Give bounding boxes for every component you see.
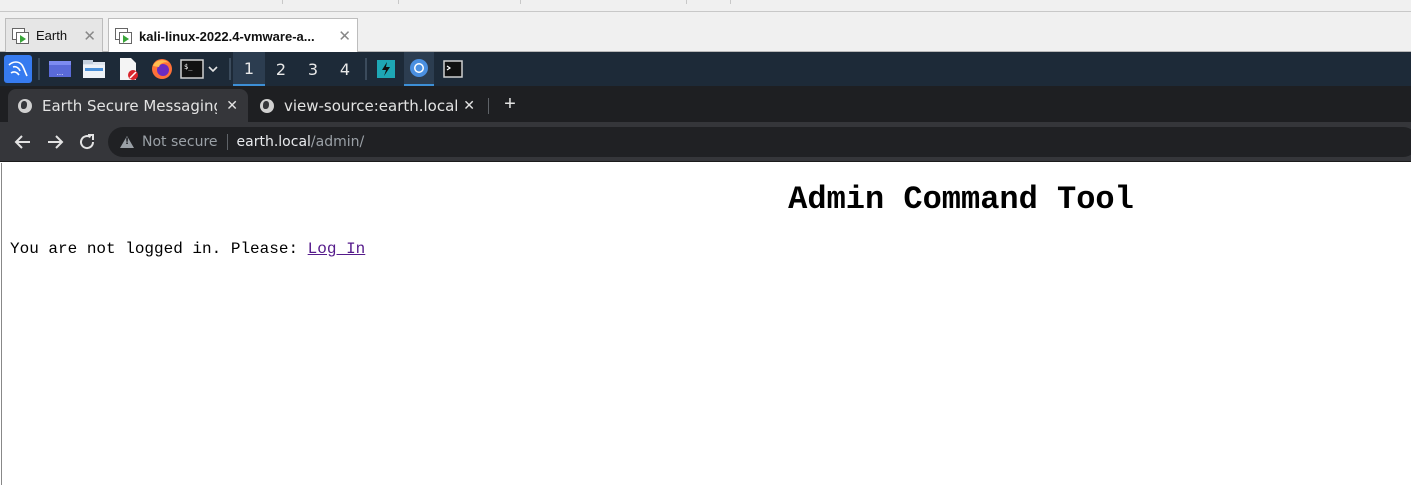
svg-text:$_: $_ xyxy=(184,63,193,71)
url-host: earth.local xyxy=(236,134,311,150)
tab-separator xyxy=(488,98,489,114)
close-icon[interactable]: ✕ xyxy=(83,27,96,45)
workspace-2[interactable]: 2 xyxy=(265,52,297,86)
globe-icon xyxy=(260,98,274,113)
host-divider xyxy=(730,0,731,4)
forward-icon[interactable] xyxy=(43,130,67,154)
text-editor-icon[interactable] xyxy=(115,56,141,82)
close-tab-icon[interactable]: ✕ xyxy=(463,98,475,114)
panel-separator xyxy=(229,58,231,80)
host-divider xyxy=(282,0,283,4)
login-message: You are not logged in. Please: Log In xyxy=(10,240,365,258)
workspace-3[interactable]: 3 xyxy=(297,52,329,86)
close-icon[interactable]: ✕ xyxy=(338,27,351,45)
terminal-icon[interactable]: $_ xyxy=(179,56,205,82)
window-button-terminal[interactable] xyxy=(438,52,468,86)
vm-icon xyxy=(12,27,30,44)
window-button-app[interactable] xyxy=(371,52,401,86)
vm-icon xyxy=(115,28,133,44)
browser-tab-strip: Earth Secure Messaging A ✕ view-source:e… xyxy=(0,86,1411,122)
chevron-down-icon[interactable] xyxy=(203,56,223,82)
warning-icon[interactable] xyxy=(120,136,134,148)
window-button-chromium[interactable] xyxy=(404,52,434,86)
address-divider xyxy=(226,134,228,150)
browser-tab-earth[interactable]: Earth Secure Messaging A ✕ xyxy=(8,89,248,122)
close-tab-icon[interactable]: ✕ xyxy=(226,98,238,114)
host-tab-label: kali-linux-2022.4-vmware-a... xyxy=(139,28,315,44)
show-desktop-icon[interactable]: ... xyxy=(47,56,73,82)
panel-separator xyxy=(365,58,367,80)
host-divider xyxy=(520,0,521,4)
host-top-strip xyxy=(0,0,1411,12)
tab-title: Earth Secure Messaging A xyxy=(42,96,217,115)
globe-icon xyxy=(18,98,32,113)
address-bar[interactable]: Not secure earth.local/admin/ xyxy=(108,127,1411,157)
reload-icon[interactable] xyxy=(75,130,99,154)
firefox-icon[interactable] xyxy=(149,56,175,82)
kali-menu-icon[interactable] xyxy=(4,55,32,83)
panel-separator xyxy=(38,58,40,80)
file-manager-icon[interactable] xyxy=(81,56,107,82)
security-label[interactable]: Not secure xyxy=(142,134,218,150)
kali-panel: ... $_ 1 2 3 4 xyxy=(0,52,1411,86)
login-message-text: You are not logged in. Please: xyxy=(10,240,308,258)
back-icon[interactable] xyxy=(11,130,35,154)
workspace-1[interactable]: 1 xyxy=(233,52,265,86)
host-tab-kali[interactable]: kali-linux-2022.4-vmware-a... ✕ xyxy=(108,18,358,53)
url-path: /admin/ xyxy=(310,134,365,150)
host-divider xyxy=(686,0,687,4)
page-title: Admin Command Tool xyxy=(788,181,1134,218)
host-tab-earth[interactable]: Earth ✕ xyxy=(5,18,103,52)
browser-tab-view-source[interactable]: view-source:earth.local ✕ xyxy=(250,89,485,122)
browser-toolbar: Not secure earth.local/admin/ xyxy=(0,122,1411,162)
svg-text:...: ... xyxy=(57,69,64,77)
host-tab-label: Earth xyxy=(36,28,68,43)
host-tab-bar: Earth ✕ kali-linux-2022.4-vmware-a... ✕ xyxy=(0,12,1411,53)
page-content: Admin Command Tool You are not logged in… xyxy=(1,163,1411,485)
new-tab-button[interactable]: + xyxy=(500,90,520,118)
login-link[interactable]: Log In xyxy=(308,240,366,258)
tab-title: view-source:earth.local xyxy=(283,96,459,115)
workspace-4[interactable]: 4 xyxy=(329,52,361,86)
host-divider xyxy=(398,0,399,4)
